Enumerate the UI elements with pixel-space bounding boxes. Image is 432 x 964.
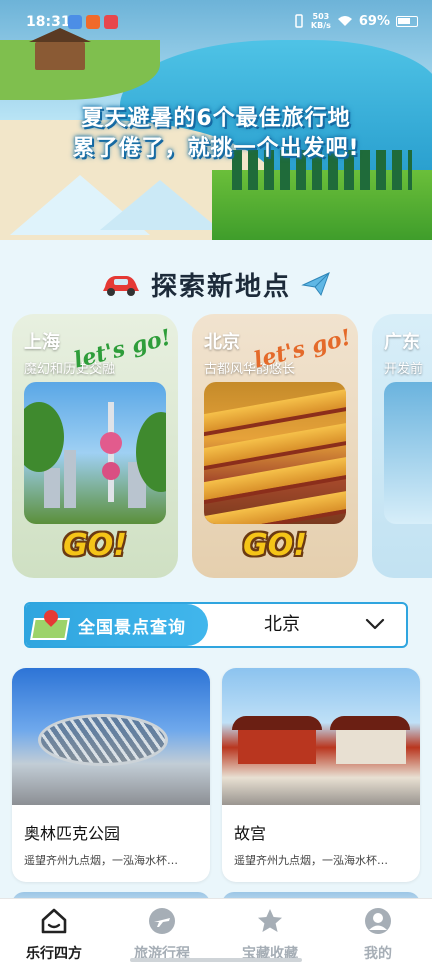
nav-item-itinerary[interactable]: 旅游行程 bbox=[108, 907, 216, 962]
wifi-icon bbox=[337, 16, 352, 26]
nav-label: 我的 bbox=[364, 946, 392, 962]
attraction-name: 奥林匹克公园 bbox=[24, 824, 121, 843]
attraction-card[interactable]: 奥林匹克公园 遥望齐州九点烟，一泓海水杯… bbox=[12, 668, 210, 882]
pearl-tower bbox=[100, 402, 122, 502]
nav-label: 乐行四方 bbox=[26, 946, 82, 962]
hero-cabin bbox=[29, 28, 91, 70]
palace-terrace bbox=[336, 730, 406, 764]
go-badge[interactable]: GO! bbox=[192, 528, 358, 563]
bottom-nav: 乐行四方 旅游行程 宝藏收藏 我的 bbox=[0, 898, 432, 964]
net-speed-value: 503 bbox=[312, 12, 330, 21]
destination-card-beijing[interactable]: 北京 古都风华韵悠长 let's go! GO! bbox=[192, 314, 358, 578]
attraction-photo bbox=[222, 668, 420, 805]
hero-title-line1: 夏天避暑的6个最佳旅行地 bbox=[81, 106, 351, 131]
app-notification-icon bbox=[86, 15, 100, 29]
star-icon bbox=[258, 909, 282, 932]
notification-icons bbox=[68, 15, 118, 29]
destination-carousel[interactable]: 上海 魔幻和历史交融 let's go! GO! 北京 古都风华韵悠长 let'… bbox=[0, 314, 432, 578]
battery-icon bbox=[396, 15, 418, 27]
destination-desc: 开发前 bbox=[384, 362, 424, 377]
nav-item-home[interactable]: 乐行四方 bbox=[0, 907, 108, 962]
building bbox=[64, 450, 76, 508]
city-select-value[interactable]: 北京 bbox=[222, 604, 342, 646]
attraction-card[interactable]: 故宫 遥望齐州九点烟，一泓海水杯… bbox=[222, 668, 420, 882]
building bbox=[44, 468, 60, 508]
scenic-query-bar[interactable]: 全国景点查询 北京 bbox=[24, 602, 408, 648]
beijing-photo bbox=[204, 382, 346, 524]
hero-title-line2: 累了倦了，就挑一个出发吧! bbox=[72, 136, 360, 161]
shanghai-photo bbox=[24, 382, 166, 524]
explore-header: 探索新地点 bbox=[0, 262, 432, 306]
tree bbox=[24, 402, 64, 472]
palace-roof bbox=[232, 716, 322, 730]
guangdong-photo bbox=[384, 382, 432, 524]
attraction-desc: 遥望齐州九点烟，一泓海水杯… bbox=[234, 854, 388, 867]
user-icon bbox=[365, 908, 391, 934]
hero-mountain-2 bbox=[100, 180, 220, 230]
palace-roof bbox=[330, 716, 410, 730]
plane-icon bbox=[149, 908, 175, 934]
nav-item-favorites[interactable]: 宝藏收藏 bbox=[216, 907, 324, 962]
destination-city: 广东 bbox=[384, 332, 420, 353]
map-pin-icon bbox=[30, 607, 72, 640]
scenic-query-label: 全国景点查询 bbox=[78, 617, 186, 638]
status-right: 503 KB/s 69% bbox=[293, 12, 418, 30]
app-notification-icon bbox=[104, 15, 118, 29]
destination-card-shanghai[interactable]: 上海 魔幻和历史交融 let's go! GO! bbox=[12, 314, 178, 578]
vibrate-icon bbox=[295, 14, 303, 28]
car-icon bbox=[102, 276, 139, 296]
attraction-desc: 遥望齐州九点烟，一泓海水杯… bbox=[24, 854, 178, 867]
destination-card-guangdong[interactable]: 广东 开发前 bbox=[372, 314, 432, 578]
paper-plane-icon bbox=[301, 272, 330, 297]
battery-level: 69% bbox=[358, 13, 390, 29]
scenic-query-button[interactable]: 全国景点查询 bbox=[26, 604, 208, 646]
lets-go-tag: let's go! bbox=[251, 324, 354, 374]
net-speed: 503 KB/s bbox=[311, 12, 331, 30]
go-badge[interactable]: GO! bbox=[12, 528, 178, 563]
attraction-photo bbox=[12, 668, 210, 805]
birds-nest-stadium bbox=[38, 714, 168, 766]
chevron-down-icon[interactable] bbox=[364, 613, 386, 635]
explore-title: 探索新地点 bbox=[150, 271, 291, 302]
destination-city: 上海 bbox=[24, 332, 60, 353]
app-notification-icon bbox=[68, 15, 82, 29]
net-speed-unit: KB/s bbox=[310, 21, 331, 30]
lets-go-tag: let's go! bbox=[71, 324, 174, 374]
status-time: 18:31 bbox=[26, 14, 71, 30]
home-icon bbox=[41, 908, 67, 934]
attraction-name: 故宫 bbox=[234, 824, 267, 843]
palace-wall bbox=[238, 730, 316, 764]
nav-item-profile[interactable]: 我的 bbox=[324, 907, 432, 962]
status-bar: 18:31 503 KB/s 69% bbox=[0, 0, 432, 44]
destination-city: 北京 bbox=[204, 332, 240, 353]
system-home-indicator[interactable] bbox=[130, 958, 302, 962]
